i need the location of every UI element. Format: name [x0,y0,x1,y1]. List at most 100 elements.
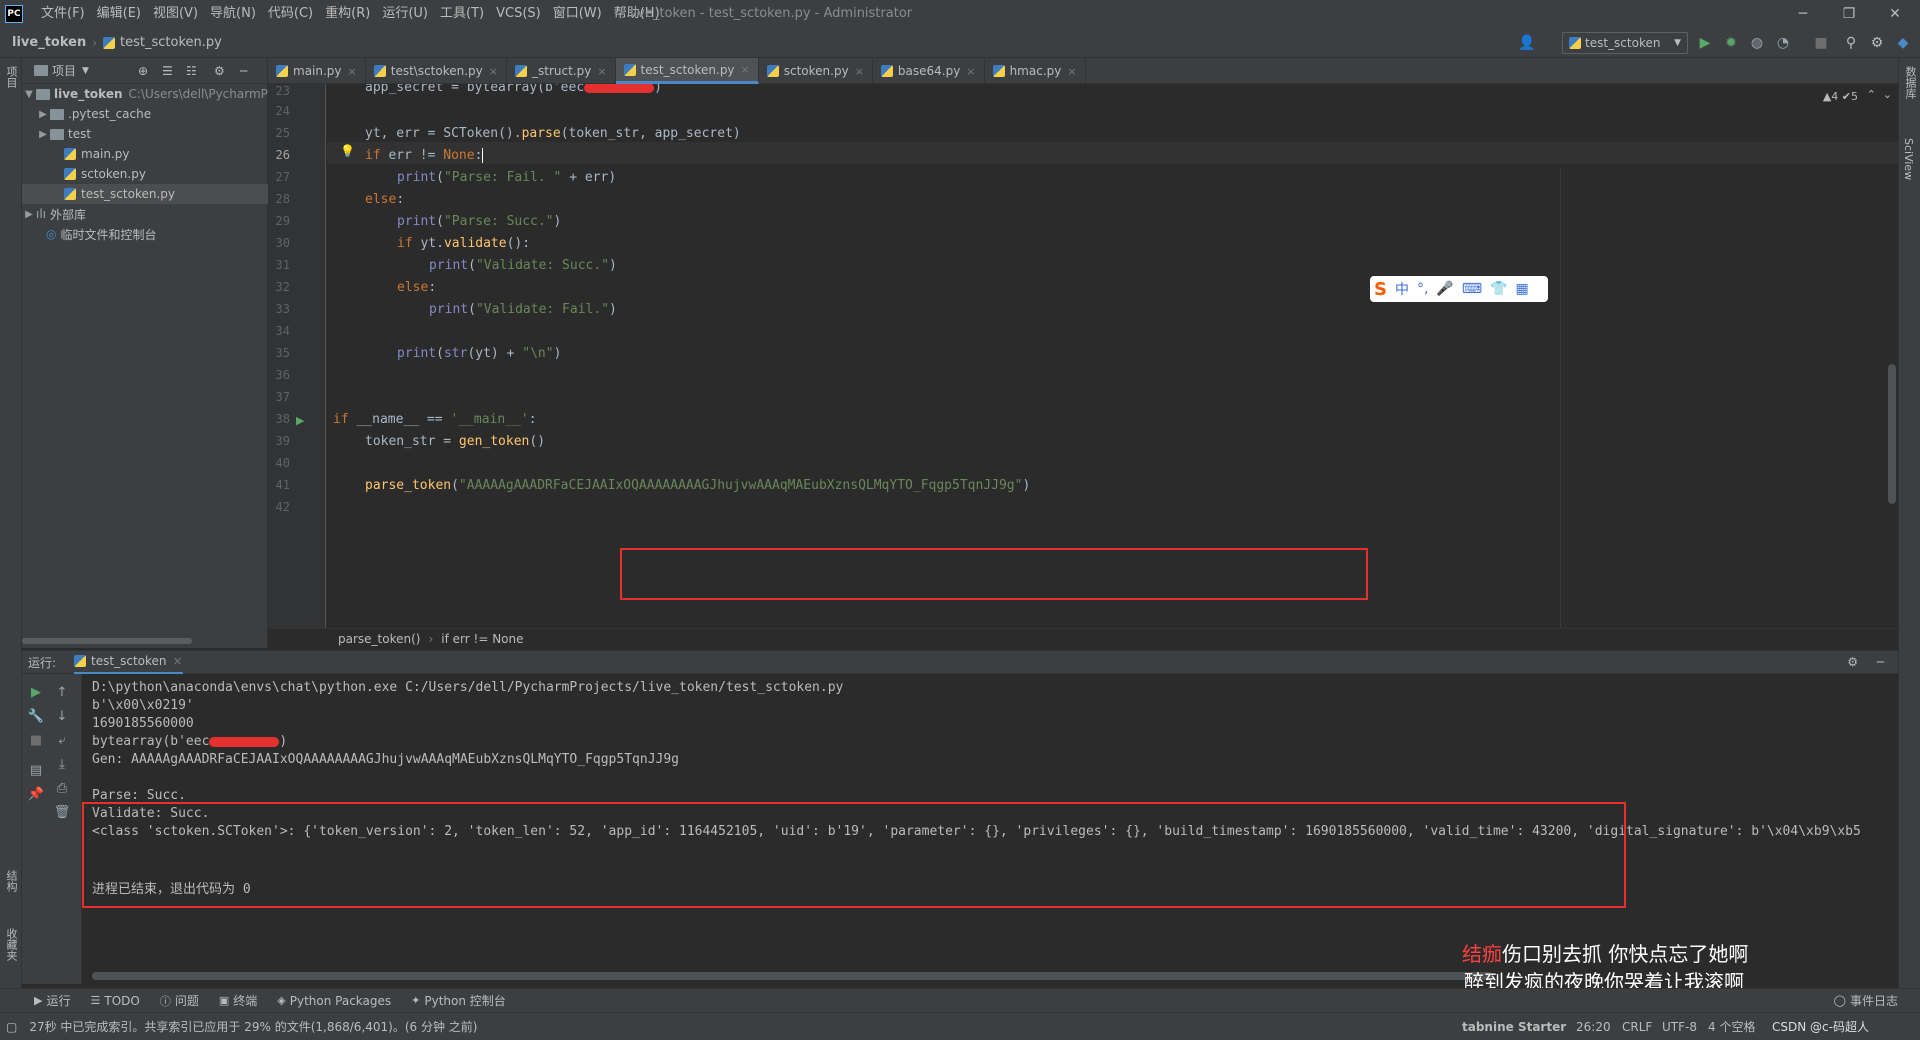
close-icon[interactable]: × [855,65,864,78]
plugin-icon[interactable]: ◆ [1894,34,1912,52]
tool-terminal[interactable]: ▣ 终端 [209,992,267,1009]
ime-lang-toggle[interactable]: 中 [1395,279,1409,299]
line-separator[interactable]: CRLF [1616,1020,1658,1034]
tree-item-test-sctoken-py[interactable]: test_sctoken.py [22,184,268,204]
skin-shirt-icon[interactable]: 👕 [1490,281,1507,297]
menu-view[interactable]: 视图(V) [147,0,204,28]
horizontal-scrollbar[interactable] [22,638,192,644]
run-gutter-icon[interactable]: ▶ [296,414,304,427]
tree-item-pytest-cache[interactable]: ▶ .pytest_cache [22,104,268,124]
wrench-icon[interactable]: 🔧 [28,708,44,724]
settings-gear-icon[interactable]: ⚙ [1847,655,1858,669]
breadcrumb-function[interactable]: parse_token() [338,632,420,646]
close-icon[interactable]: × [966,65,975,78]
cursor-position[interactable]: 26:20 [1570,1020,1617,1034]
tree-item-external-libs[interactable]: ▶ ılı 外部库 [22,204,268,224]
tool-run[interactable]: ▶ 运行 [24,992,80,1009]
tab-hmac-py[interactable]: hmac.py × [985,58,1086,84]
stop-icon[interactable]: ■ [1812,34,1830,52]
stop-icon[interactable]: ■ [28,732,44,748]
close-icon[interactable]: × [348,65,357,78]
indent-setting[interactable]: 4 个空格 [1702,1018,1761,1035]
locate-icon[interactable]: ⊕ [138,64,148,78]
settings-gear-icon[interactable]: ⚙ [1868,34,1886,52]
code-editor[interactable]: 23 24 25 26 27 28 29 30 31 32 33 34 35 3… [268,84,1898,628]
tabnine-status[interactable]: tabnine Starter [1456,1020,1572,1034]
rerun-icon[interactable]: ▶ [28,684,44,700]
tab-main-py[interactable]: main.py × [268,58,366,84]
file-encoding[interactable]: UTF-8 [1656,1020,1703,1034]
close-icon[interactable]: × [173,654,183,668]
tab-base64-py[interactable]: base64.py × [873,58,985,84]
project-panel-title[interactable]: 项目 [52,62,76,79]
run-icon[interactable]: ▶ [1696,34,1714,52]
restore-icon[interactable]: ❐ [1826,0,1872,28]
scroll-to-end-icon[interactable]: ⤓ [54,756,70,772]
database-tool-label[interactable]: 数据库 [1902,66,1918,99]
microphone-icon[interactable]: 🎤 [1436,281,1453,297]
pin-icon[interactable]: 📌 [28,786,44,802]
toolbox-grid-icon[interactable]: ▦ [1516,281,1529,297]
tree-item-scratches[interactable]: ◎ 临时文件和控制台 [22,224,268,244]
tool-python-packages[interactable]: ◈ Python Packages [267,994,401,1008]
tab-sctoken-py[interactable]: sctoken.py × [759,58,873,84]
tab-test-sctoken-py[interactable]: test_sctoken.py × [615,58,759,84]
lightbulb-icon[interactable]: 💡 [340,144,355,158]
settings-gear-icon[interactable]: ⚙ [214,64,225,78]
tool-python-console[interactable]: ✦ Python 控制台 [401,992,516,1009]
soft-wrap-icon[interactable]: ⤶ [54,732,70,748]
bookmarks-tool-label[interactable]: 收藏夹 [3,928,19,961]
status-square-icon[interactable]: ▢ [0,1020,23,1034]
tool-event-log[interactable]: ◯ 事件日志 [1824,992,1908,1009]
chevron-down-icon[interactable]: ⌄ [1883,88,1892,101]
status-message[interactable]: 27秒 中已完成索引。共享索引已应用于 29% 的文件(1,868/6,401)… [23,1018,483,1035]
pycharm-logo-icon[interactable]: PC [5,5,23,23]
arrow-down-icon[interactable]: ↓ [54,708,70,724]
breadcrumb-file[interactable]: test_sctoken.py [120,35,222,50]
project-tool-label[interactable]: 项目 [3,66,19,88]
run-tab[interactable]: test_sctoken × [74,650,183,674]
menu-refactor[interactable]: 重构(R) [319,0,376,28]
close-icon[interactable]: × [597,65,606,78]
close-icon[interactable]: ✕ [1872,0,1918,28]
debug-icon[interactable]: ✹ [1722,34,1740,52]
run-config-select[interactable]: test_sctoken ▼ [1562,32,1688,54]
menu-tools[interactable]: 工具(T) [434,0,490,28]
menu-code[interactable]: 代码(C) [262,0,319,28]
breadcrumb-if[interactable]: if err != None [441,632,523,646]
minimize-icon[interactable]: ─ [1780,0,1826,28]
ime-punct-toggle[interactable]: °, [1417,281,1428,297]
layout-icon[interactable]: ▤ [28,762,44,778]
inspection-widget[interactable]: ▲4 ✔5 [1823,90,1858,103]
menu-vcs[interactable]: VCS(S) [490,0,547,28]
chevron-up-icon[interactable]: ⌃ [1867,88,1876,101]
hide-panel-icon[interactable]: ─ [1877,655,1884,669]
sciview-tool-label[interactable]: SciView [1902,138,1915,180]
user-icon[interactable]: 👤 [1518,34,1536,52]
tab-test-sctoken-py-test[interactable]: test\sctoken.py × [366,58,507,84]
keyboard-icon[interactable]: ⌨ [1462,281,1482,297]
chevron-down-icon[interactable]: ▼ [82,66,89,76]
hide-panel-icon[interactable]: ─ [240,64,247,78]
close-icon[interactable]: × [1067,65,1076,78]
menu-run[interactable]: 运行(U) [376,0,434,28]
tool-todo[interactable]: ☰ TODO [80,994,149,1008]
breadcrumb-project[interactable]: live_token [0,35,86,50]
tree-item-test[interactable]: ▶ test [22,124,268,144]
search-icon[interactable]: ⚲ [1842,34,1860,52]
close-icon[interactable]: × [741,63,750,76]
arrow-up-icon[interactable]: ↑ [54,684,70,700]
collapse-all-icon[interactable]: ☷ [186,64,197,78]
close-icon[interactable]: × [489,65,498,78]
tree-item-sctoken-py[interactable]: sctoken.py [22,164,268,184]
coverage-icon[interactable]: ◍ [1748,34,1766,52]
profile-icon[interactable]: ◔ [1774,34,1792,52]
chevron-down-icon[interactable]: ▼ [22,89,36,100]
menu-file[interactable]: 文件(F) [35,0,91,28]
tab-struct-py[interactable]: _struct.py × [507,58,616,84]
chevron-right-icon[interactable]: ▶ [22,209,36,220]
vertical-scrollbar[interactable] [1888,364,1896,504]
structure-tool-label[interactable]: 结构 [3,870,19,892]
ime-toolbar[interactable]: S 中 °, 🎤 ⌨ 👕 ▦ [1370,276,1548,302]
horizontal-scrollbar[interactable] [92,972,1492,980]
